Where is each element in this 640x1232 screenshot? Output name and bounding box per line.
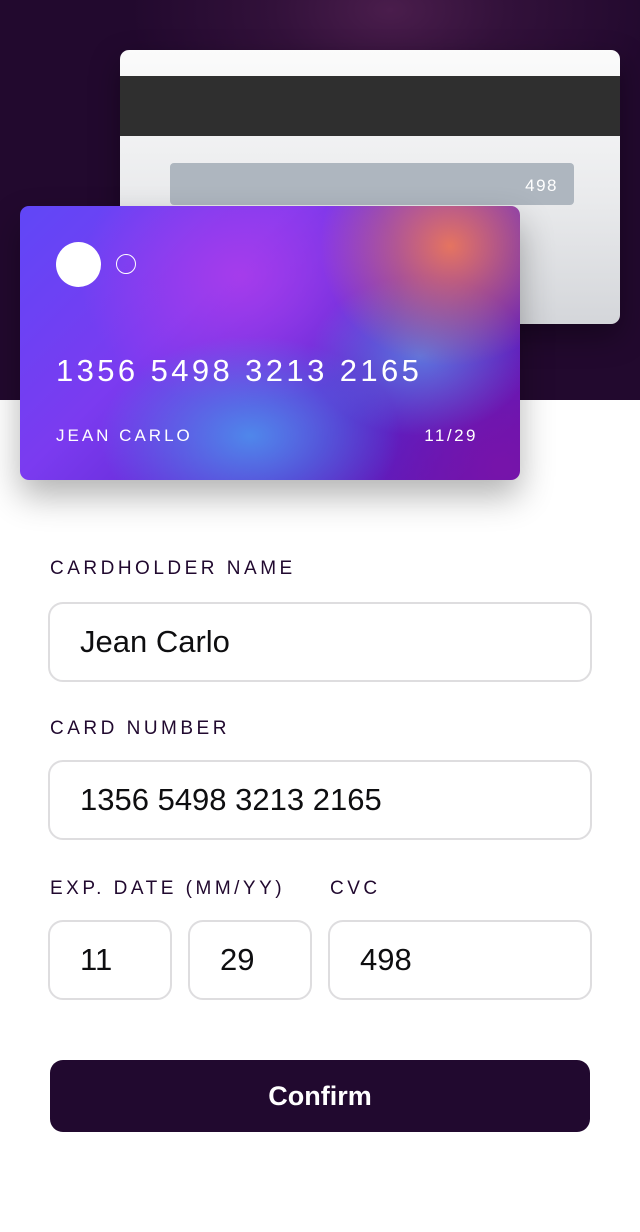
card-number-input[interactable] [48, 760, 592, 840]
cvc-label: CVC [330, 878, 381, 899]
cvc-input[interactable] [328, 920, 592, 1000]
card-front: 1356 5498 3213 2165 JEAN CARLO 11/29 [20, 206, 520, 480]
cardholder-name-label: CARDHOLDER NAME [50, 558, 296, 579]
card-front-expiry: 11/29 [424, 426, 478, 445]
card-logo-filled-circle-icon [56, 242, 101, 287]
exp-date-label: EXP. DATE (MM/YY) [50, 878, 286, 899]
card-logo-outline-circle-icon [116, 254, 136, 274]
cardholder-name-input[interactable] [48, 602, 592, 682]
card-front-number: 1356 5498 3213 2165 [56, 353, 423, 388]
card-number-label: CARD NUMBER [50, 718, 230, 739]
card-front-holder: JEAN CARLO [56, 426, 193, 445]
exp-month-input[interactable] [48, 920, 172, 1000]
exp-year-input[interactable] [188, 920, 312, 1000]
confirm-button[interactable]: Confirm [50, 1060, 590, 1132]
magnetic-stripe [120, 76, 620, 136]
signature-strip: 498 [170, 163, 574, 205]
card-back-cvc: 498 [525, 176, 558, 195]
